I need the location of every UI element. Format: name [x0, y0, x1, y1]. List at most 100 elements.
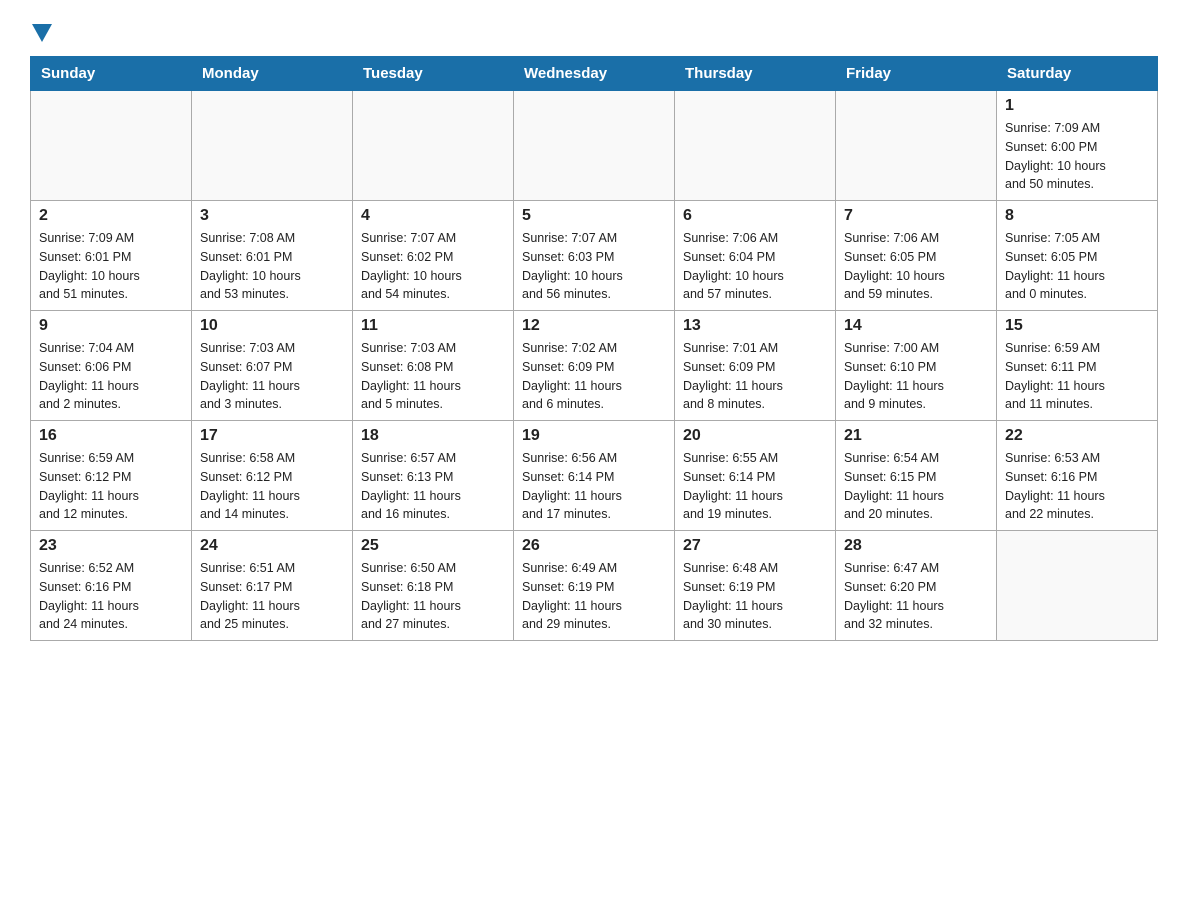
day-header-saturday: Saturday: [997, 57, 1158, 91]
day-info: Sunrise: 6:48 AM Sunset: 6:19 PM Dayligh…: [683, 559, 827, 634]
calendar-cell: 9 Sunrise: 7:04 AM Sunset: 6:06 PM Daylig…: [31, 311, 192, 421]
calendar-cell: 22Sunrise: 6:53 AM Sunset: 6:16 PM Dayli…: [997, 421, 1158, 531]
day-number: 20: [683, 427, 827, 445]
calendar-week-1: 1 Sunrise: 7:09 AM Sunset: 6:00 PM Daylig…: [31, 91, 1158, 201]
calendar-cell: 10 Sunrise: 7:03 AM Sunset: 6:07 PM Dayli…: [192, 311, 353, 421]
day-info: Sunrise: 6:56 AM Sunset: 6:14 PM Dayligh…: [522, 449, 666, 524]
calendar-cell: 2 Sunrise: 7:09 AM Sunset: 6:01 PM Daylig…: [31, 201, 192, 311]
day-number: 2: [39, 207, 183, 225]
day-info: Sunrise: 7:02 AM Sunset: 6:09 PM Dayligh…: [522, 339, 666, 414]
day-number: 18: [361, 427, 505, 445]
calendar-cell: 19 Sunrise: 6:56 AM Sunset: 6:14 PM Dayli…: [514, 421, 675, 531]
day-info: Sunrise: 6:58 AM Sunset: 6:12 PM Dayligh…: [200, 449, 344, 524]
day-info: Sunrise: 7:00 AM Sunset: 6:10 PM Dayligh…: [844, 339, 988, 414]
day-number: 19: [522, 427, 666, 445]
day-info: Sunrise: 7:08 AM Sunset: 6:01 PM Dayligh…: [200, 229, 344, 304]
day-info: Sunrise: 6:57 AM Sunset: 6:13 PM Dayligh…: [361, 449, 505, 524]
calendar-header-row: SundayMondayTuesdayWednesdayThursdayFrid…: [31, 57, 1158, 91]
day-number: 1: [1005, 97, 1149, 115]
calendar-cell: 4Sunrise: 7:07 AM Sunset: 6:02 PM Daylig…: [353, 201, 514, 311]
calendar-cell: 24 Sunrise: 6:51 AM Sunset: 6:17 PM Dayli…: [192, 531, 353, 641]
day-number: 13: [683, 317, 827, 335]
day-number: 28: [844, 537, 988, 555]
day-number: 16: [39, 427, 183, 445]
calendar-cell: 27 Sunrise: 6:48 AM Sunset: 6:19 PM Dayli…: [675, 531, 836, 641]
day-info: Sunrise: 7:01 AM Sunset: 6:09 PM Dayligh…: [683, 339, 827, 414]
calendar-cell: [31, 91, 192, 201]
day-info: Sunrise: 7:09 AM Sunset: 6:01 PM Dayligh…: [39, 229, 183, 304]
day-number: 24: [200, 537, 344, 555]
day-header-tuesday: Tuesday: [353, 57, 514, 91]
calendar-cell: 25 Sunrise: 6:50 AM Sunset: 6:18 PM Dayli…: [353, 531, 514, 641]
day-number: 17: [200, 427, 344, 445]
day-number: 5: [522, 207, 666, 225]
day-number: 9: [39, 317, 183, 335]
calendar-cell: 11 Sunrise: 7:03 AM Sunset: 6:08 PM Dayli…: [353, 311, 514, 421]
calendar-cell: 26 Sunrise: 6:49 AM Sunset: 6:19 PM Dayli…: [514, 531, 675, 641]
day-number: 22: [1005, 427, 1149, 445]
day-info: Sunrise: 7:04 AM Sunset: 6:06 PM Dayligh…: [39, 339, 183, 414]
calendar-cell: 14Sunrise: 7:00 AM Sunset: 6:10 PM Dayli…: [836, 311, 997, 421]
calendar-cell: 21 Sunrise: 6:54 AM Sunset: 6:15 PM Dayli…: [836, 421, 997, 531]
day-info: Sunrise: 6:52 AM Sunset: 6:16 PM Dayligh…: [39, 559, 183, 634]
day-number: 3: [200, 207, 344, 225]
day-info: Sunrise: 6:59 AM Sunset: 6:11 PM Dayligh…: [1005, 339, 1149, 414]
calendar-cell: 16 Sunrise: 6:59 AM Sunset: 6:12 PM Dayli…: [31, 421, 192, 531]
calendar-cell: 18 Sunrise: 6:57 AM Sunset: 6:13 PM Dayli…: [353, 421, 514, 531]
day-header-wednesday: Wednesday: [514, 57, 675, 91]
logo: [30, 20, 52, 40]
calendar-week-2: 2 Sunrise: 7:09 AM Sunset: 6:01 PM Daylig…: [31, 201, 1158, 311]
day-number: 8: [1005, 207, 1149, 225]
calendar-cell: 20 Sunrise: 6:55 AM Sunset: 6:14 PM Dayli…: [675, 421, 836, 531]
day-number: 26: [522, 537, 666, 555]
day-number: 6: [683, 207, 827, 225]
day-header-thursday: Thursday: [675, 57, 836, 91]
calendar-cell: 28 Sunrise: 6:47 AM Sunset: 6:20 PM Dayli…: [836, 531, 997, 641]
day-header-sunday: Sunday: [31, 57, 192, 91]
day-info: Sunrise: 7:06 AM Sunset: 6:04 PM Dayligh…: [683, 229, 827, 304]
calendar-cell: 15 Sunrise: 6:59 AM Sunset: 6:11 PM Dayli…: [997, 311, 1158, 421]
day-header-monday: Monday: [192, 57, 353, 91]
day-info: Sunrise: 6:59 AM Sunset: 6:12 PM Dayligh…: [39, 449, 183, 524]
day-info: Sunrise: 6:55 AM Sunset: 6:14 PM Dayligh…: [683, 449, 827, 524]
calendar-cell: 1 Sunrise: 7:09 AM Sunset: 6:00 PM Daylig…: [997, 91, 1158, 201]
day-info: Sunrise: 7:03 AM Sunset: 6:07 PM Dayligh…: [200, 339, 344, 414]
calendar-cell: [192, 91, 353, 201]
calendar-cell: 3 Sunrise: 7:08 AM Sunset: 6:01 PM Daylig…: [192, 201, 353, 311]
day-number: 23: [39, 537, 183, 555]
calendar-cell: [997, 531, 1158, 641]
calendar-cell: [353, 91, 514, 201]
day-number: 10: [200, 317, 344, 335]
calendar-week-3: 9 Sunrise: 7:04 AM Sunset: 6:06 PM Daylig…: [31, 311, 1158, 421]
day-info: Sunrise: 6:51 AM Sunset: 6:17 PM Dayligh…: [200, 559, 344, 634]
day-number: 25: [361, 537, 505, 555]
calendar-cell: 17 Sunrise: 6:58 AM Sunset: 6:12 PM Dayli…: [192, 421, 353, 531]
calendar-cell: [836, 91, 997, 201]
day-info: Sunrise: 7:09 AM Sunset: 6:00 PM Dayligh…: [1005, 119, 1149, 194]
day-info: Sunrise: 7:03 AM Sunset: 6:08 PM Dayligh…: [361, 339, 505, 414]
calendar-table: SundayMondayTuesdayWednesdayThursdayFrid…: [30, 56, 1158, 641]
day-info: Sunrise: 7:07 AM Sunset: 6:03 PM Dayligh…: [522, 229, 666, 304]
calendar-cell: [675, 91, 836, 201]
day-number: 11: [361, 317, 505, 335]
calendar-cell: 7Sunrise: 7:06 AM Sunset: 6:05 PM Daylig…: [836, 201, 997, 311]
day-info: Sunrise: 6:47 AM Sunset: 6:20 PM Dayligh…: [844, 559, 988, 634]
calendar-cell: 23 Sunrise: 6:52 AM Sunset: 6:16 PM Dayli…: [31, 531, 192, 641]
day-info: Sunrise: 6:50 AM Sunset: 6:18 PM Dayligh…: [361, 559, 505, 634]
page-header: [30, 20, 1158, 40]
day-header-friday: Friday: [836, 57, 997, 91]
calendar-cell: 8Sunrise: 7:05 AM Sunset: 6:05 PM Daylig…: [997, 201, 1158, 311]
day-number: 27: [683, 537, 827, 555]
day-number: 15: [1005, 317, 1149, 335]
day-info: Sunrise: 6:54 AM Sunset: 6:15 PM Dayligh…: [844, 449, 988, 524]
day-info: Sunrise: 6:49 AM Sunset: 6:19 PM Dayligh…: [522, 559, 666, 634]
day-number: 12: [522, 317, 666, 335]
calendar-cell: 6 Sunrise: 7:06 AM Sunset: 6:04 PM Daylig…: [675, 201, 836, 311]
calendar-cell: [514, 91, 675, 201]
day-info: Sunrise: 7:07 AM Sunset: 6:02 PM Dayligh…: [361, 229, 505, 304]
calendar-cell: 13 Sunrise: 7:01 AM Sunset: 6:09 PM Dayli…: [675, 311, 836, 421]
calendar-week-5: 23 Sunrise: 6:52 AM Sunset: 6:16 PM Dayli…: [31, 531, 1158, 641]
calendar-cell: 5 Sunrise: 7:07 AM Sunset: 6:03 PM Daylig…: [514, 201, 675, 311]
day-number: 21: [844, 427, 988, 445]
logo-triangle-icon: [32, 24, 52, 42]
